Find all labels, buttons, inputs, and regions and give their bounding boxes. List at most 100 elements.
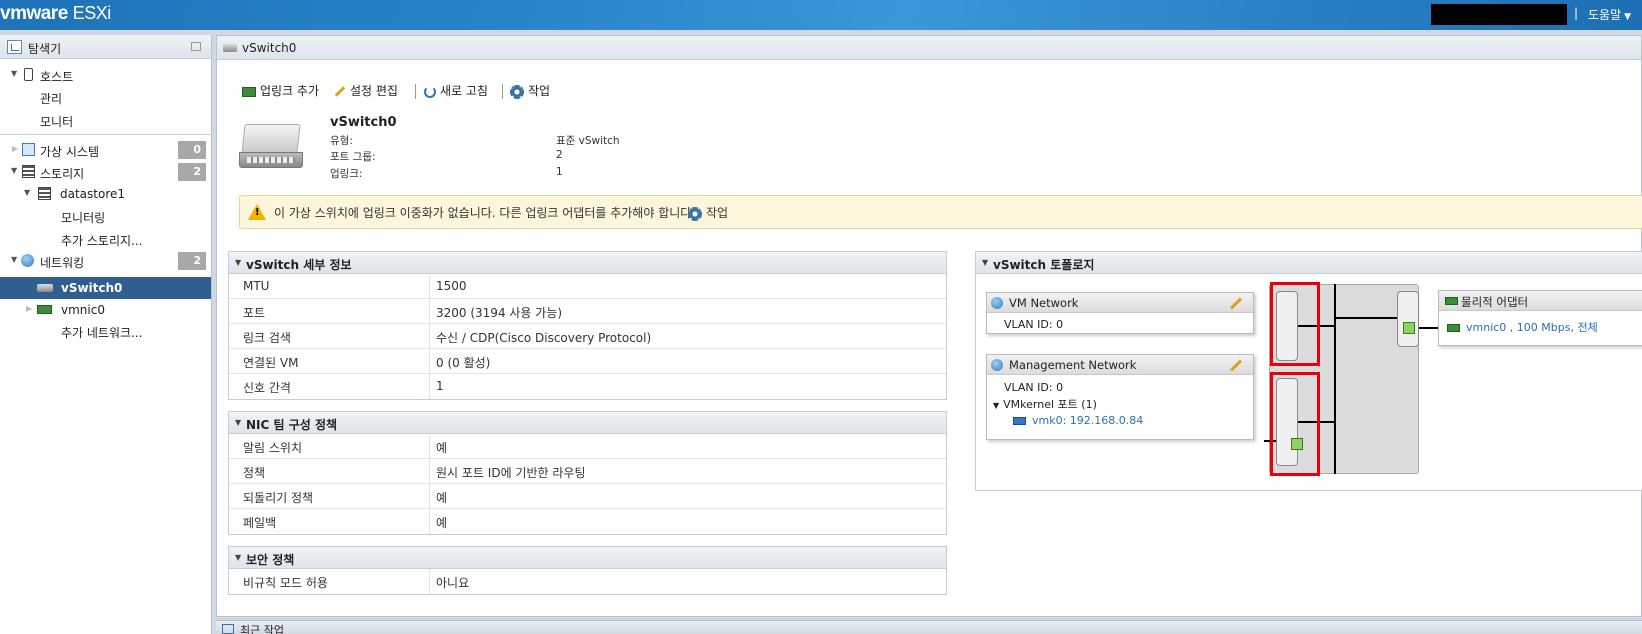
nic-teaming-section: ▼ NIC 팀 구성 정책 알림 스위치 예 정책 원시 포트 ID에 기반한 라우팅… [228, 411, 947, 535]
summary-uplinks-value: 1 [556, 166, 563, 178]
section-header[interactable]: ▼ vSwitch 토폴로지 [976, 252, 1642, 274]
vswitch-details-section: ▼ vSwitch 세부 정보 MTU 1500 포트 3200 (3194 사용 가… [228, 251, 947, 400]
table-row: MTU 1500 [229, 274, 946, 299]
table-row: 신호 간격 1 [229, 374, 946, 399]
summary-portgroups-label: 포트 그룹: [330, 151, 376, 163]
expand-arrow-icon[interactable]: ▼ [11, 255, 17, 264]
section-header[interactable]: ▼ 보안 정책 [229, 547, 946, 569]
help-menu[interactable]: 도움말 ▼ [1588, 6, 1631, 23]
table-row: 알림 스위치 예 [229, 434, 946, 459]
expand-arrow-icon[interactable]: ▼ [11, 166, 17, 175]
collapse-arrow-icon[interactable]: ▼ [235, 553, 241, 562]
panel-title: vSwitch0 [242, 41, 297, 55]
warning-banner: 이 가상 스위치에 업링크 이중화가 없습니다. 다른 업링크 어댑터를 추가해… [239, 195, 1642, 229]
expand-arrow-icon[interactable]: ▶ [26, 304, 32, 313]
collapse-arrow-icon[interactable]: ▼ [235, 258, 241, 267]
pencil-icon[interactable] [1229, 359, 1243, 372]
nav-item-host[interactable]: ▼ 호스트 [0, 64, 211, 86]
vmkernel-nic-icon [1013, 417, 1026, 425]
warning-text: 이 가상 스위치에 업링크 이중화가 없습니다. 다른 업링크 어댑터를 추가해… [274, 206, 696, 220]
collapse-arrow-icon: ▼ [993, 401, 1000, 410]
vmnic0-link[interactable]: vmnic0 , 100 Mbps, 전체 [1447, 319, 1598, 335]
datastore-icon [38, 187, 51, 200]
nav-item-vmnic0[interactable]: ▶ vmnic0 [0, 299, 211, 321]
summary-title: vSwitch0 [330, 115, 397, 130]
refresh-icon [424, 85, 436, 98]
physical-nic-icon [1447, 324, 1460, 332]
count-badge: 2 [178, 163, 206, 181]
network-icon [991, 359, 1003, 371]
physical-adapters-box: 물리적 어댑터 vmnic0 , 100 Mbps, 전체 [1438, 290, 1642, 346]
add-uplink-button[interactable]: 업링크 추가 [242, 82, 319, 99]
nav-item-more-storage[interactable]: 추가 스토리지... [0, 228, 211, 250]
virtual-machine-icon [22, 143, 35, 156]
actions-button[interactable]: 작업 [510, 82, 550, 99]
highlight-box [1270, 372, 1320, 476]
pencil-icon[interactable] [1229, 297, 1243, 310]
expand-arrow-icon[interactable]: ▼ [24, 188, 30, 197]
vswitch-icon [37, 284, 53, 292]
navigator-header: 탐색기 [0, 35, 211, 59]
table-row: 연결된 VM 0 (0 활성) [229, 349, 946, 374]
summary-type-label: 유형: [330, 135, 353, 147]
summary-type-value: 표준 vSwitch [556, 135, 620, 147]
storage-icon [22, 165, 35, 178]
uplink-port-icon [1403, 322, 1415, 334]
vmk0-link[interactable]: vmk0: 192.168.0.84 [1013, 414, 1143, 427]
top-bar: vmware ESXi | 도움말 ▼ [0, 0, 1642, 30]
nav-item-datastore1[interactable]: ▼ datastore1 [0, 183, 211, 205]
table-row: 페일백 예 [229, 509, 946, 534]
toolbar-separator [415, 84, 416, 99]
table-row: 링크 검색 수신 / CDP(Cisco Discovery Protocol) [229, 324, 946, 349]
user-name-redacted[interactable] [1431, 4, 1567, 25]
collapse-arrow-icon[interactable]: ▼ [982, 258, 988, 267]
topbar-separator: | [1574, 6, 1579, 20]
expand-arrow-icon[interactable]: ▼ [11, 69, 17, 78]
gear-icon [510, 84, 524, 99]
section-header[interactable]: ▼ vSwitch 세부 정보 [229, 252, 946, 274]
nav-item-vswitch0[interactable]: vSwitch0 [0, 277, 211, 299]
warning-actions-button[interactable]: 작업 [688, 204, 728, 221]
refresh-button[interactable]: 새로 고침 [424, 82, 488, 99]
count-badge: 0 [178, 141, 206, 159]
toolbar-separator [502, 84, 503, 99]
nav-item-monitoring[interactable]: 모니터링 [0, 205, 211, 227]
collapse-panel-icon[interactable] [191, 42, 201, 51]
recent-tasks-bar[interactable]: 최근 작업 [216, 620, 1642, 634]
nav-item-virtual-machines[interactable]: ▶ 가상 시스템 0 [0, 139, 211, 161]
connector-line [1334, 317, 1397, 319]
nav-item-storage[interactable]: ▼ 스토리지 2 [0, 161, 211, 183]
vswitch-icon [223, 44, 237, 52]
panel-header: vSwitch0 [217, 36, 1641, 60]
nav-item-more-networks[interactable]: 추가 네트워크... [0, 320, 211, 342]
portgroup-vm-network[interactable]: VM Network VLAN ID: 0 [986, 292, 1254, 334]
section-header[interactable]: ▼ NIC 팀 구성 정책 [229, 412, 946, 434]
highlight-box [1270, 282, 1320, 366]
table-row: 비규칙 모드 허용 아니요 [229, 569, 946, 594]
vswitch-topology-section: ▼ vSwitch 토폴로지 VM Network VLAN ID: 0 Mana… [975, 251, 1642, 491]
host-icon [24, 68, 33, 81]
navigator-title: 탐색기 [28, 42, 62, 56]
pencil-icon [334, 86, 346, 97]
edit-settings-button[interactable]: 설정 편집 [334, 82, 398, 99]
expand-arrow-icon[interactable]: ▶ [12, 144, 18, 153]
nav-item-monitor[interactable]: 모니터 [0, 109, 211, 131]
collapse-arrow-icon[interactable]: ▼ [235, 418, 241, 427]
table-row: 포트 3200 (3194 사용 가능) [229, 299, 946, 324]
tasks-icon [222, 624, 234, 634]
vmkernel-ports-toggle[interactable]: ▼ VMkernel 포트 (1) [993, 396, 1097, 412]
chevron-down-icon: ▼ [1624, 12, 1632, 22]
nav-divider [0, 134, 211, 135]
table-row: 정책 원시 포트 ID에 기반한 라우팅 [229, 459, 946, 484]
vswitch-detail-panel: vSwitch0 업링크 추가 설정 편집 새로 고침 작업 vSwitch0 … [216, 35, 1642, 617]
uplink-icon [242, 86, 256, 97]
physical-nic-icon [37, 305, 52, 314]
nav-item-networking[interactable]: ▼ 네트워킹 2 [0, 250, 211, 272]
network-icon [991, 297, 1003, 309]
physical-nic-icon [1445, 297, 1458, 305]
nav-item-manage[interactable]: 관리 [0, 86, 211, 108]
network-icon [21, 254, 34, 267]
uplink-slot [1397, 291, 1419, 347]
security-policy-section: ▼ 보안 정책 비규칙 모드 허용 아니요 [228, 546, 947, 595]
portgroup-management-network[interactable]: Management Network VLAN ID: 0 ▼ VMkernel … [986, 354, 1254, 440]
